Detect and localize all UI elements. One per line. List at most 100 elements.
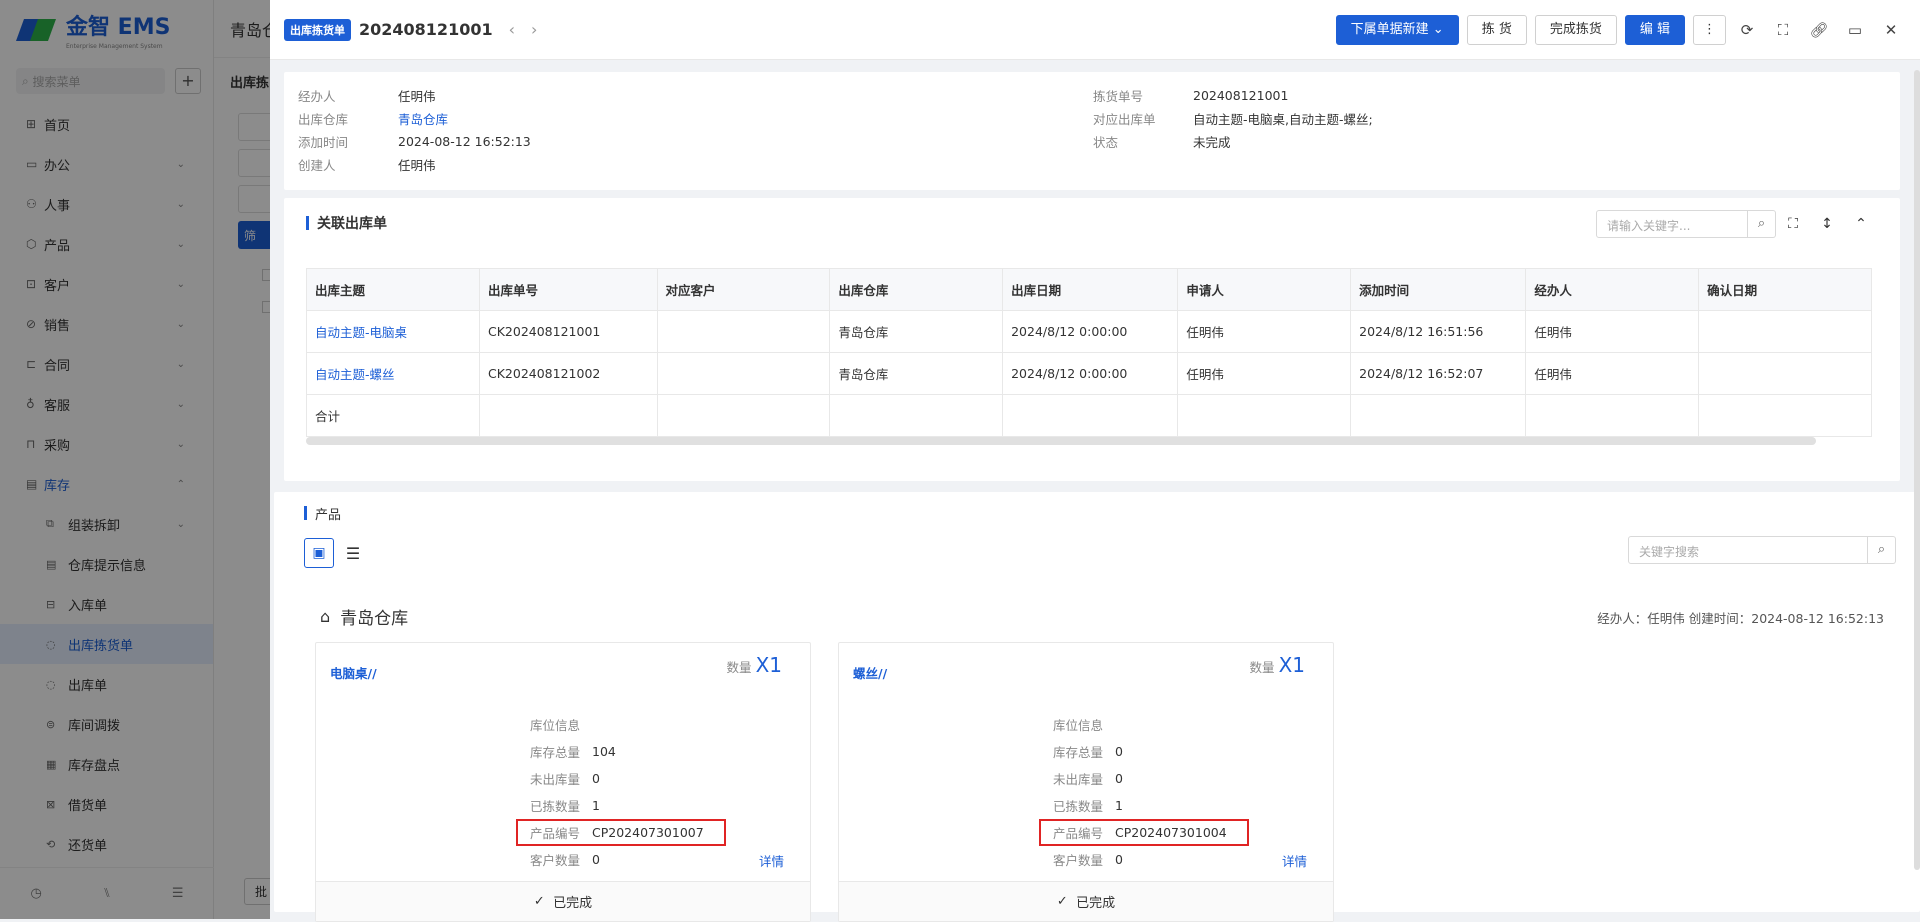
column-header: 出库仓库 <box>829 268 1004 311</box>
column-header: 出库主题 <box>306 268 480 311</box>
status-value: 未完成 <box>1193 135 1231 150</box>
customer-qty-label: 客户数量 <box>530 853 581 868</box>
warehouse-meta: 经办人：任明伟 创建时间：2024-08-12 16:52:13 <box>1597 611 1884 626</box>
edit-button[interactable]: 编 辑 <box>1624 15 1685 45</box>
column-header: 添加时间 <box>1350 268 1527 311</box>
horizontal-scrollbar[interactable] <box>306 437 1816 445</box>
table-cell: 2024/8/12 16:51:56 <box>1350 310 1527 353</box>
product-name-link[interactable]: 电脑桌// <box>330 663 377 682</box>
collapse-icon[interactable]: ⌃ <box>1844 216 1878 232</box>
finish-picking-button[interactable]: 完成拣货 <box>1534 15 1617 45</box>
fullscreen-icon[interactable]: ⛶ <box>1768 21 1798 39</box>
out-order-value: 自动主题-电脑桌,自动主题-螺丝; <box>1193 112 1373 127</box>
stock-value: 104 <box>592 744 616 759</box>
creator-label: 创建人 <box>298 158 336 173</box>
fullscreen-icon[interactable]: ⛶ <box>1776 216 1810 232</box>
table-cell: 任明伟 <box>1525 352 1700 395</box>
related-table: 出库主题 出库单号 对应客户 出库仓库 出库日期 申请人 添加时间 经办人 确认… <box>306 268 1872 437</box>
product-card: 螺丝// 数量 X1 库位信息 库存总量 0 未出库量 0 已拣数量 1 产品编号 CP2… <box>838 642 1334 922</box>
subject-link[interactable]: 自动主题-电脑桌 <box>306 310 480 353</box>
table-row[interactable]: 自动主题-螺丝 CK202408121002 青岛仓库 2024/8/12 0:… <box>306 352 1872 395</box>
more-icon[interactable]: ⋮ <box>1693 15 1726 45</box>
customer-qty-label: 客户数量 <box>1053 853 1104 868</box>
picked-value: 1 <box>592 798 600 813</box>
table-cell: CK202408121001 <box>478 310 658 353</box>
product-search-input[interactable]: 关键字搜索 <box>1628 536 1868 564</box>
column-header: 对应客户 <box>656 268 831 311</box>
link-icon[interactable]: 🔗︎ <box>1804 21 1834 39</box>
table-cell: 青岛仓库 <box>829 310 1004 353</box>
warehouse-link[interactable]: 青岛仓库 <box>398 109 448 128</box>
unout-label: 未出库量 <box>530 772 581 787</box>
vertical-scrollbar[interactable] <box>1914 70 1920 870</box>
drawer-title: 202408121001 <box>359 20 493 39</box>
card-view-icon[interactable]: ▣ <box>304 538 334 568</box>
refresh-icon[interactable]: ⟳ <box>1732 21 1762 39</box>
related-search-input[interactable]: 请输入关键字... <box>1596 210 1748 238</box>
completed-status: ✓ 已完成 <box>839 881 1333 921</box>
table-row[interactable]: 自动主题-电脑桌 CK202408121001 青岛仓库 2024/8/12 0… <box>306 310 1872 353</box>
pick-button[interactable]: 拣 货 <box>1466 15 1527 45</box>
handler-value: 任明伟 <box>398 89 436 104</box>
table-cell <box>1698 352 1872 395</box>
product-name-link[interactable]: 螺丝// <box>853 663 887 682</box>
stock-label: 库存总量 <box>1053 745 1104 760</box>
new-sub-document-button[interactable]: 下属单据新建 ⌄ <box>1335 15 1459 45</box>
quantity: 数量 X1 <box>726 653 782 677</box>
resize-icon[interactable]: ↕ <box>1810 216 1844 232</box>
out-order-label: 对应出库单 <box>1093 112 1156 127</box>
customer-qty-value: 0 <box>592 852 600 867</box>
unout-value: 0 <box>592 771 600 786</box>
table-cell <box>656 310 831 353</box>
code-value: CP202407301007 <box>592 825 704 840</box>
column-header: 经办人 <box>1525 268 1700 311</box>
check-icon: ✓ <box>533 894 554 909</box>
column-header: 出库单号 <box>478 268 658 311</box>
code-value: CP202407301004 <box>1115 825 1227 840</box>
unout-label: 未出库量 <box>1053 772 1104 787</box>
column-header: 出库日期 <box>1002 268 1179 311</box>
table-cell: 2024/8/12 0:00:00 <box>1002 310 1179 353</box>
creator-value: 任明伟 <box>398 158 436 173</box>
stock-value: 0 <box>1115 744 1123 759</box>
stock-label: 库存总量 <box>530 745 581 760</box>
product-card: 电脑桌// 数量 X1 库位信息 库存总量 104 未出库量 0 已拣数量 1 产品编号… <box>315 642 811 922</box>
total-label: 合计 <box>306 394 480 437</box>
related-title: 关联出库单 <box>317 216 387 232</box>
table-cell: 任明伟 <box>1177 352 1352 395</box>
product-code-highlight: 产品编号 CP202407301004 <box>1039 819 1249 846</box>
total-row: 合计 <box>306 394 1872 437</box>
table-cell: 任明伟 <box>1525 310 1700 353</box>
prev-icon[interactable]: ‹ <box>509 20 515 39</box>
table-cell <box>1698 310 1872 353</box>
picked-label: 已拣数量 <box>1053 799 1104 814</box>
detail-link[interactable]: 详情 <box>1282 851 1307 870</box>
column-header: 确认日期 <box>1698 268 1872 311</box>
close-icon[interactable]: ✕ <box>1876 21 1906 39</box>
window-icon[interactable]: ▭ <box>1840 21 1870 39</box>
quantity: 数量 X1 <box>1249 653 1305 677</box>
table-cell: 2024/8/12 0:00:00 <box>1002 352 1179 395</box>
search-icon[interactable]: ⌕ <box>1868 536 1896 564</box>
table-cell <box>656 352 831 395</box>
detail-drawer: 出库拣货单 202408121001 ‹ › 下属单据新建 ⌄ 拣 货 完成拣货… <box>270 0 1920 922</box>
status-label: 状态 <box>1093 135 1119 150</box>
code-label: 产品编号 <box>530 826 581 841</box>
picked-label: 已拣数量 <box>530 799 581 814</box>
related-outbound-panel: 关联出库单 请输入关键字... ⌕ ⛶ ↕ ⌃ 出库主题 出库单号 对应客户 出… <box>284 198 1900 481</box>
info-panel: 经办人 任明伟 出库仓库 青岛仓库 添加时间 2024-08-12 16:52:13 … <box>284 72 1900 190</box>
search-icon[interactable]: ⌕ <box>1748 210 1776 238</box>
next-icon[interactable]: › <box>531 20 537 39</box>
location-label: 库位信息 <box>530 718 581 733</box>
warehouse-icon: ⌂ <box>320 607 331 626</box>
table-cell: 青岛仓库 <box>829 352 1004 395</box>
list-view-icon[interactable]: ☰ <box>338 544 368 563</box>
doc-type-badge: 出库拣货单 <box>284 18 351 41</box>
table-cell: 2024/8/12 16:52:07 <box>1350 352 1527 395</box>
subject-link[interactable]: 自动主题-螺丝 <box>306 352 480 395</box>
warehouse-heading: ⌂ 青岛仓库 <box>320 607 409 629</box>
detail-link[interactable]: 详情 <box>759 851 784 870</box>
products-panel: 产品 ▣ ☰ 关键字搜索 ⌕ ⌂ 青岛仓库 经办人：任明伟 创建时间：2024-0… <box>274 492 1920 922</box>
chevron-down-icon: ⌄ <box>1432 22 1444 37</box>
added-time-label: 添加时间 <box>298 135 349 150</box>
